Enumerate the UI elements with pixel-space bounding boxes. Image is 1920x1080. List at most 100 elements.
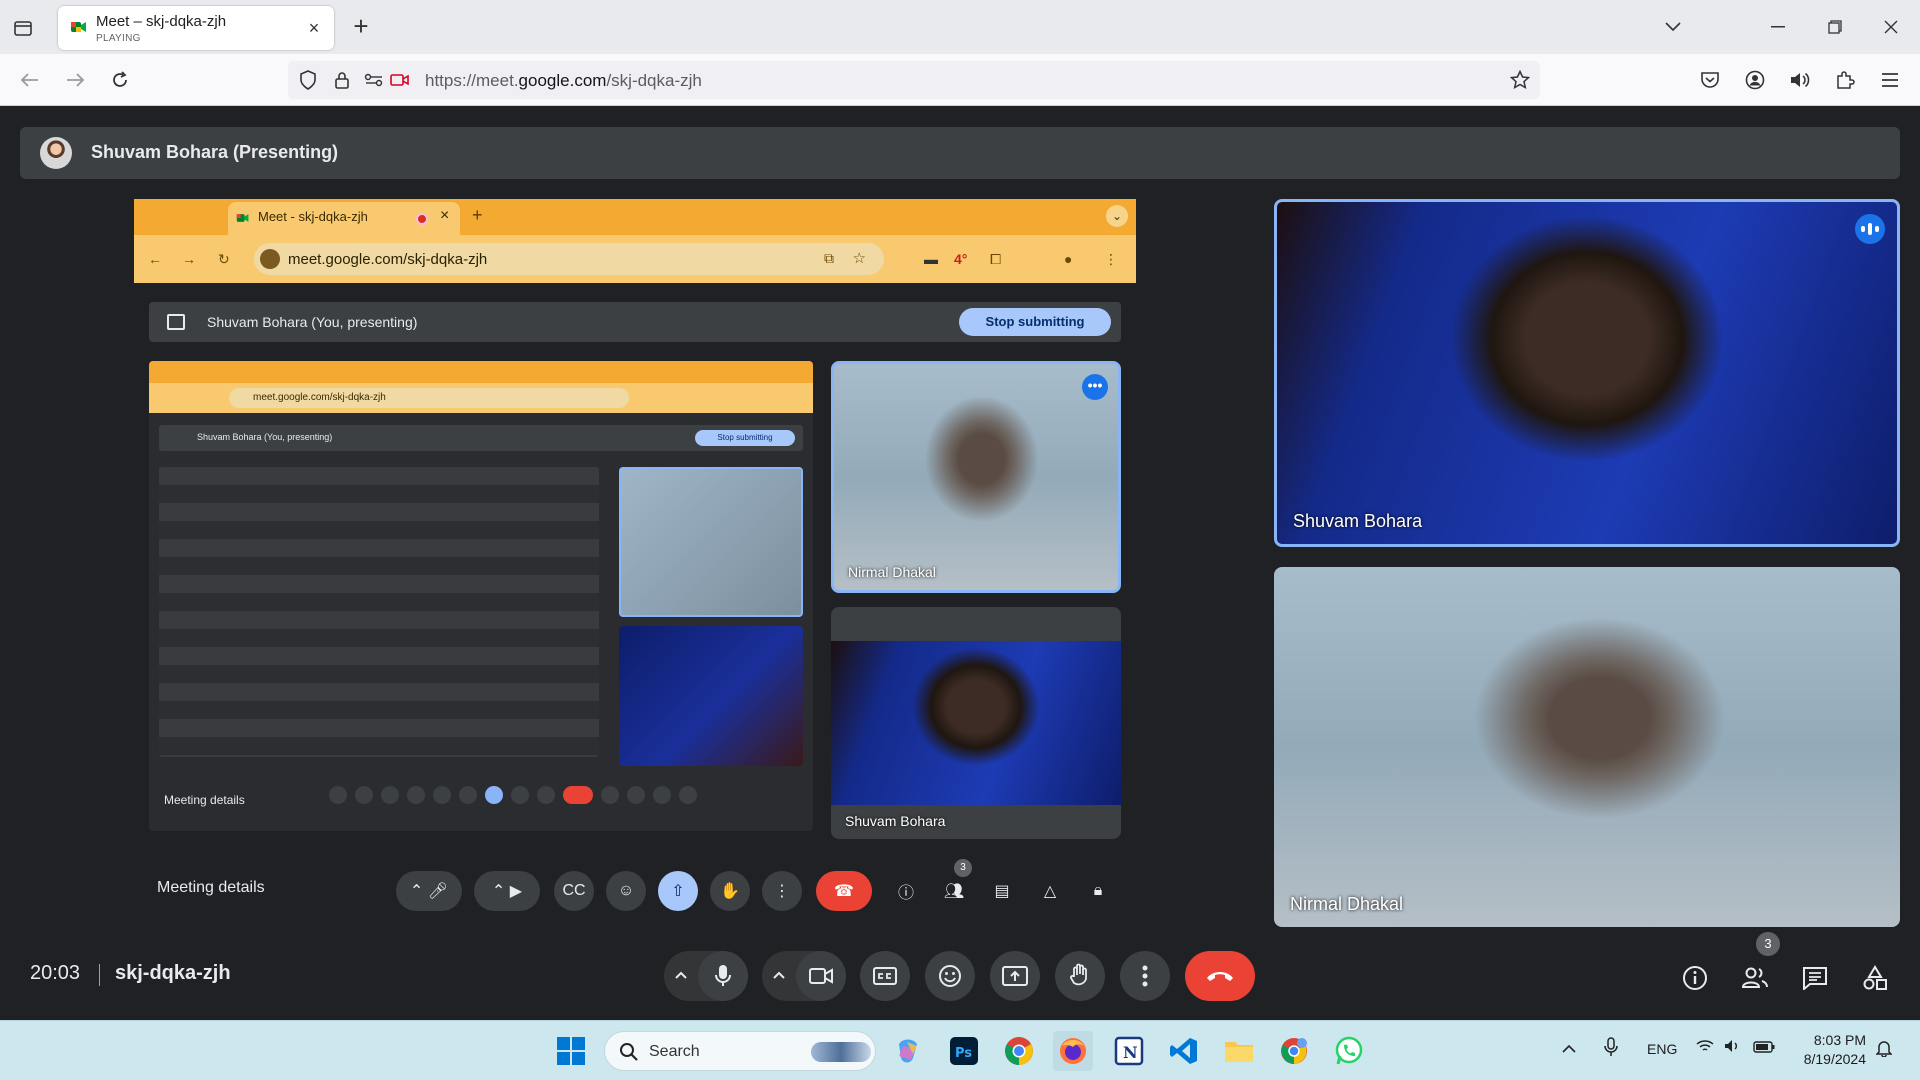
battery-icon[interactable] — [1753, 1040, 1775, 1056]
notification-bell-icon[interactable] — [1875, 1039, 1893, 1060]
card-icon: ▬ — [924, 251, 938, 267]
firefox-icon[interactable] — [1053, 1031, 1093, 1071]
back-icon[interactable] — [16, 66, 44, 94]
chat-icon — [1803, 967, 1827, 990]
camera-button-group — [762, 951, 846, 1001]
menu-icon[interactable] — [1876, 66, 1904, 94]
lock-icon[interactable] — [332, 70, 352, 90]
shared-screen: Meet - skj-dqka-zjh × + ⌄ ← → ↻ meet.goo… — [134, 199, 1136, 939]
reactions-button[interactable] — [925, 951, 975, 1001]
menu-icon: ⋮ — [1104, 251, 1118, 267]
camera-icon[interactable] — [796, 951, 846, 1001]
nested-url-text: meet.google.com/skj-dqka-zjh — [229, 388, 629, 408]
nested-tile-shuvam — [619, 626, 803, 766]
volume-icon[interactable] — [1786, 66, 1814, 94]
people-count-badge: 3 — [1756, 932, 1780, 956]
url-text[interactable]: https://meet.google.com/skj-dqka-zjh — [425, 71, 702, 91]
shared-tab: Meet - skj-dqka-zjh × — [228, 202, 460, 235]
language-indicator[interactable]: ENG — [1647, 1041, 1677, 1057]
camera-options-chevron-icon[interactable] — [762, 967, 796, 985]
close-window-icon[interactable] — [1878, 14, 1904, 40]
participant-tile-shuvam[interactable]: Shuvam Bohara — [1274, 199, 1900, 547]
shared-tile-nirmal-name: Nirmal Dhakal — [848, 564, 936, 580]
extensions-icon[interactable] — [1831, 66, 1859, 94]
nested-shared-screen: meet.google.com/skj-dqka-zjh Shuvam Boha… — [149, 361, 813, 831]
photoshop-icon[interactable]: Ps — [944, 1031, 984, 1071]
list-all-tabs-icon[interactable] — [1660, 14, 1686, 40]
camera-icon: ⌃ ▶ — [474, 871, 540, 911]
chrome-profile-icon[interactable] — [1274, 1031, 1314, 1071]
host-controls-icon: 🔒︎ — [1093, 882, 1103, 899]
mic-button-group — [664, 951, 748, 1001]
participant-tile-nirmal[interactable]: Nirmal Dhakal — [1274, 567, 1900, 927]
end-call-icon — [1207, 972, 1233, 981]
restore-icon[interactable] — [1822, 14, 1848, 40]
activities-icon: △ — [1043, 883, 1057, 900]
people-icon: 👥︎ — [943, 883, 965, 900]
new-tab-button[interactable]: + — [348, 13, 374, 40]
translate-icon: ⧉ — [824, 250, 834, 266]
activities-icon — [1863, 965, 1887, 990]
activities-button[interactable] — [1855, 958, 1895, 998]
meeting-code: skj-dqka-zjh — [115, 962, 231, 984]
nested-stop-button: Stop submitting — [695, 430, 795, 446]
back-icon: ← — [148, 251, 162, 267]
wifi-icon[interactable] — [1696, 1039, 1714, 1056]
bookmark-star-icon[interactable] — [1510, 70, 1530, 90]
shared-tile-shuvam: Shuvam Bohara — [831, 607, 1121, 839]
chat-button[interactable] — [1795, 958, 1835, 998]
mic-options-chevron-icon[interactable] — [664, 967, 698, 985]
captions-icon — [873, 967, 897, 985]
present-button[interactable] — [990, 951, 1040, 1001]
taskbar-date: 8/19/2024 — [1803, 1051, 1866, 1067]
forward-icon[interactable] — [61, 66, 89, 94]
nested-controls — [329, 786, 779, 812]
browser-tab-meet[interactable]: Meet – skj-dqka-zjh PLAYING × — [58, 6, 334, 50]
shared-tab-title: Meet - skj-dqka-zjh — [258, 209, 368, 224]
people-button[interactable] — [1735, 958, 1775, 998]
pocket-icon[interactable] — [1696, 66, 1724, 94]
captions-button[interactable] — [860, 951, 910, 1001]
meeting-clock: 20:03 — [30, 962, 81, 984]
account-icon[interactable] — [1741, 66, 1769, 94]
nested-tile-nirmal — [619, 467, 803, 617]
tab-close-icon[interactable]: × — [304, 18, 324, 38]
taskbar-search[interactable]: Search — [604, 1031, 876, 1071]
chrome-icon[interactable] — [999, 1031, 1039, 1071]
whatsapp-icon[interactable] — [1329, 1031, 1369, 1071]
permissions-icon[interactable] — [364, 70, 384, 90]
present-icon: ⇧ — [658, 871, 698, 911]
minimize-icon[interactable] — [1765, 14, 1791, 40]
tab-list-icon[interactable] — [10, 15, 36, 41]
raise-hand-button[interactable] — [1055, 951, 1105, 1001]
reload-icon[interactable] — [106, 66, 134, 94]
stop-submitting-button: Stop submitting — [959, 308, 1111, 336]
divider — [99, 964, 100, 986]
camera-sharing-icon[interactable] — [390, 70, 410, 90]
chevron-up-icon[interactable] — [1562, 1041, 1576, 1057]
leave-call-button[interactable] — [1185, 951, 1255, 1001]
more-options-button[interactable] — [1120, 951, 1170, 1001]
shared-nav-bar: ← → ↻ meet.google.com/skj-dqka-zjh ⧉ ☆ ▬… — [134, 235, 1136, 283]
speaker-icon[interactable] — [1724, 1039, 1742, 1056]
weather-temp: 4° — [954, 251, 968, 267]
meet-area: Shuvam Bohara (Presenting) Meet - skj-dq… — [0, 106, 1920, 1020]
file-explorer-icon[interactable] — [1219, 1031, 1259, 1071]
browser-tab-bar: Meet – skj-dqka-zjh PLAYING × + — [0, 0, 1920, 54]
taskbar-clock[interactable]: 8:03 PM 8/19/2024 — [1796, 1031, 1866, 1069]
vscode-icon[interactable] — [1164, 1031, 1204, 1071]
microphone-tray-icon[interactable] — [1604, 1037, 1618, 1060]
meeting-info-button[interactable] — [1675, 958, 1715, 998]
speaking-indicator-icon — [1855, 214, 1885, 244]
search-highlight-icon — [811, 1042, 871, 1062]
shared-tab-bar: Meet - skj-dqka-zjh × + ⌄ — [134, 199, 1136, 235]
notion-icon[interactable]: N — [1109, 1031, 1149, 1071]
shared-tile-shuvam-name: Shuvam Bohara — [845, 813, 946, 829]
shield-icon[interactable] — [298, 70, 318, 90]
windows-taskbar: Search Ps N ENG 8:03 PM 8/19/2024 — [0, 1020, 1920, 1080]
address-bar[interactable]: https://meet.google.com/skj-dqka-zjh — [288, 61, 1540, 99]
copilot-icon[interactable] — [888, 1031, 928, 1071]
mic-icon[interactable] — [698, 951, 748, 1001]
more-options-icon: ⋮ — [762, 871, 802, 911]
windows-start-icon[interactable] — [551, 1031, 591, 1071]
